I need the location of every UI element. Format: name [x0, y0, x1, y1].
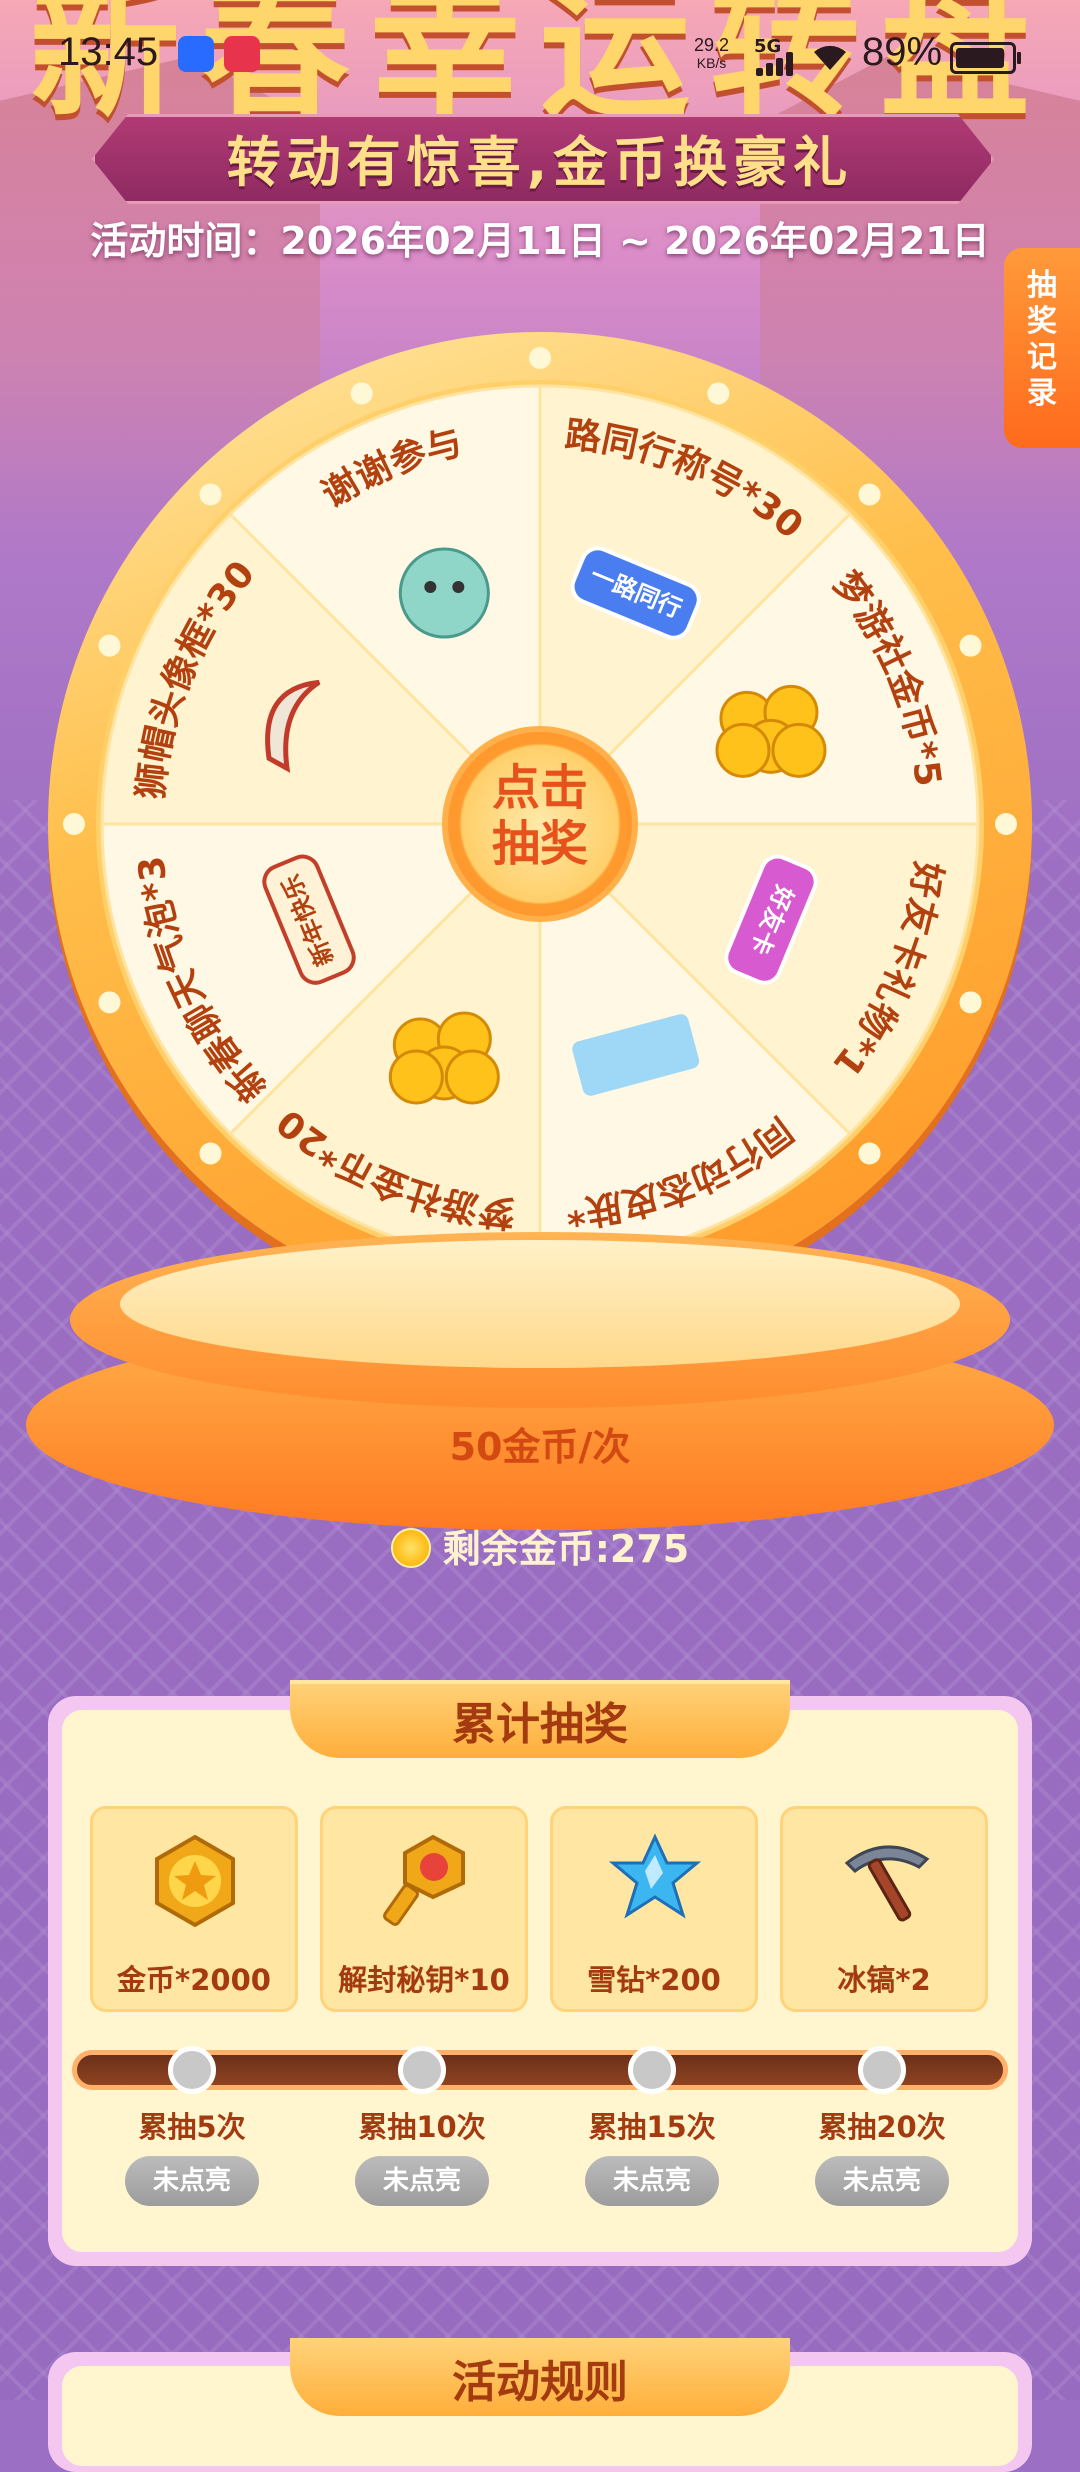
step-label: 累抽15次 — [588, 2110, 716, 2144]
speed-value: 29.2 — [694, 35, 730, 55]
reward-name: 金币*2000 — [117, 1963, 271, 1997]
draw-record-label: 抽奖记录 — [1027, 268, 1057, 411]
spin-button-label: 点击抽奖 — [491, 760, 588, 872]
unlit-button[interactable]: 未点亮 — [585, 2156, 719, 2206]
speed-unit: KB/s — [696, 55, 727, 71]
gold-coin-icon — [155, 1834, 235, 1928]
activity-period: 活动时间：2026年02月11日 ~ 2026年02月21日 — [90, 219, 990, 263]
baidu-app-icon — [178, 36, 214, 72]
rim-light — [858, 483, 881, 506]
snow-diamond-icon — [608, 1833, 702, 1919]
remaining-coins-label: 剩余金币:275 — [442, 1527, 690, 1571]
key-icon — [383, 1834, 465, 1926]
reward-gold-coin[interactable]: 金币*2000 — [90, 1806, 298, 2012]
progress-node — [168, 2046, 216, 2094]
progress-node — [858, 2046, 906, 2094]
spin-button[interactable]: 点击抽奖 — [442, 726, 638, 922]
reward-name: 解封秘钥*10 — [338, 1963, 510, 1997]
step-label: 累抽20次 — [818, 2110, 946, 2144]
lucky-wheel: 一路同行称号*30天一路同行梦游社金币*5好友卡礼物*1好友卡一路同行动态皮肤*… — [48, 332, 1032, 1316]
rim-light — [529, 347, 551, 369]
rim-light — [858, 1142, 881, 1165]
remaining-coins: 剩余金币:275 — [0, 1518, 1080, 1573]
cumulative-title: 累计抽奖 — [452, 1699, 628, 1750]
rules-title: 活动规则 — [452, 2357, 628, 2408]
draw-record-tab[interactable]: 抽奖记录 — [1004, 248, 1080, 448]
rim-light — [199, 483, 222, 506]
battery-percent: 89% — [862, 30, 943, 74]
reward-snow-diamond[interactable]: 雪钻*200 — [550, 1806, 758, 2012]
rim-light — [959, 634, 982, 657]
reward-ice-pick[interactable]: 冰镐*2 — [780, 1806, 988, 2012]
rim-light — [98, 634, 121, 657]
progress-node — [398, 2046, 446, 2094]
status-bar: 13:45 29.2 KB/s 5G 89% — [0, 0, 1080, 110]
video-app-icon — [224, 36, 260, 72]
rim-light — [707, 382, 730, 405]
unlit-button[interactable]: 未点亮 — [815, 2156, 949, 2206]
coins-icon — [715, 684, 827, 778]
rim-light — [995, 813, 1017, 835]
cost-per-draw: 50金币/次 — [449, 1425, 631, 1469]
status-time: 13:45 — [58, 30, 159, 74]
network-speed: 29.2 KB/s — [694, 36, 729, 72]
unlit-button[interactable]: 未点亮 — [355, 2156, 489, 2206]
coin-icon — [390, 1528, 431, 1568]
reward-name: 冰镐*2 — [837, 1963, 931, 1997]
step-label: 累抽5次 — [138, 2110, 246, 2144]
step-label: 累抽10次 — [358, 2110, 486, 2144]
coins-icon — [388, 1011, 500, 1105]
rim-light — [199, 1142, 222, 1165]
signal-icon — [756, 52, 800, 76]
ice-pick-icon — [844, 1845, 930, 1922]
rim-light — [350, 382, 373, 405]
rim-light — [63, 813, 85, 835]
progress-node — [628, 2046, 676, 2094]
subtitle: 转动有惊喜,金币换豪礼 — [226, 131, 854, 194]
reward-key[interactable]: 解封秘钥*10 — [320, 1806, 528, 2012]
wheel-base-plate — [120, 1240, 960, 1368]
dragon-icon — [398, 547, 490, 639]
unlit-button[interactable]: 未点亮 — [125, 2156, 259, 2206]
battery-icon — [950, 42, 1021, 74]
reward-name: 雪钻*200 — [587, 1963, 721, 1997]
rim-light — [959, 991, 982, 1014]
wifi-icon — [810, 40, 850, 81]
rim-light — [98, 991, 121, 1014]
